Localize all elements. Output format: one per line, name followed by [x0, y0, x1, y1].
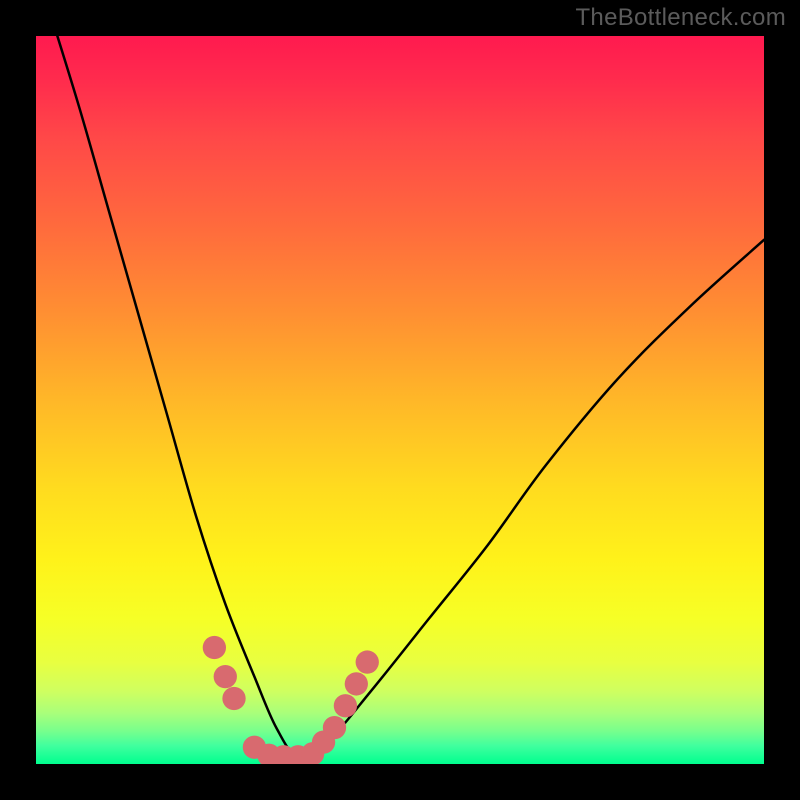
highlight-dot	[222, 687, 245, 710]
chart-frame: TheBottleneck.com	[0, 0, 800, 800]
highlight-dot	[323, 716, 346, 739]
highlight-dots-group	[203, 636, 379, 764]
highlight-dot	[203, 636, 226, 659]
bottleneck-curve-path	[51, 36, 764, 757]
highlight-dot	[334, 694, 357, 717]
highlight-dot	[214, 665, 237, 688]
plot-area	[36, 36, 764, 764]
highlight-dot	[356, 650, 379, 673]
curve-overlay	[36, 36, 764, 764]
watermark-label: TheBottleneck.com	[575, 4, 786, 32]
highlight-dot	[345, 672, 368, 695]
